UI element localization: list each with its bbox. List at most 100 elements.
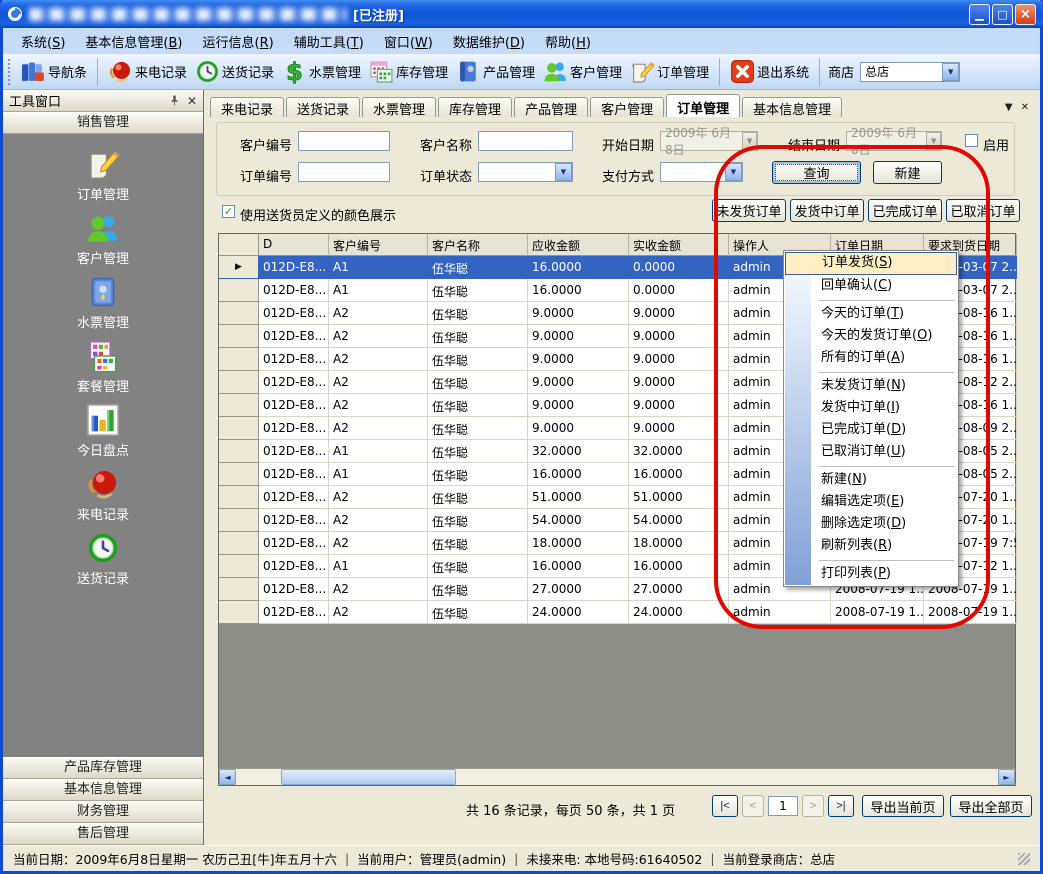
row-selector-cell[interactable] [219,348,259,371]
scroll-left-icon[interactable]: ◄ [219,769,236,785]
order-status-filter-button[interactable]: 已取消订单 [946,199,1020,222]
chevron-down-icon[interactable]: ▼ [942,63,959,81]
query-button[interactable]: 查询 [772,161,861,184]
tab[interactable]: 基本信息管理 [742,97,842,117]
close-icon[interactable]: ✕ [187,94,197,108]
end-date-picker[interactable]: 2009年 6月 8日 ▼ [846,131,942,151]
export-all-pages-button[interactable]: 导出全部页 [950,795,1032,817]
page-number-input[interactable] [768,796,798,816]
context-menu-item[interactable]: 所有的订单(A) [785,347,957,369]
context-menu-item[interactable]: 删除选定项(D) [785,513,957,535]
sidebar-group[interactable]: 基本信息管理 [3,779,203,801]
sidebar-group-sales[interactable]: 销售管理 [3,112,203,134]
toolbar-button[interactable]: 产品管理 [452,57,539,86]
row-selector-cell[interactable] [219,302,259,325]
sidebar-item[interactable]: 水票管理 [33,275,173,327]
pay-method-select[interactable]: ▼ [660,162,743,182]
horizontal-scrollbar[interactable]: ◄ ► [219,768,1015,785]
tab[interactable]: 产品管理 [514,97,588,117]
menu-item[interactable]: 系统(S) [11,28,75,55]
tab[interactable]: 送货记录 [286,97,360,117]
column-header-customer-name[interactable]: 客户名称 [428,234,528,256]
context-menu-item[interactable]: 今天的订单(T) [785,303,957,325]
tab-list-dropdown-icon[interactable]: ▼ [1005,102,1013,113]
row-selector-cell[interactable] [219,325,259,348]
sidebar-item[interactable]: 客户管理 [33,211,173,263]
toolbar-button[interactable]: 送货记录 [191,57,278,86]
context-menu-item[interactable]: 新建(N) [785,469,957,491]
column-header-received[interactable]: 实收金额 [629,234,729,256]
tab-close-icon[interactable]: ✕ [1021,102,1029,113]
context-menu-item[interactable]: 今天的发货订单(O) [785,325,957,347]
menu-item[interactable]: 基本信息管理(B) [75,28,192,55]
row-selector-cell[interactable]: ▶ [219,256,259,279]
row-selector-cell[interactable] [219,532,259,555]
context-menu-item[interactable]: 订单发货(S) [785,252,957,275]
sidebar-group[interactable]: 财务管理 [3,801,203,823]
context-menu-item[interactable]: 编辑选定项(E) [785,491,957,513]
row-selector-cell[interactable] [219,555,259,578]
row-selector-cell[interactable] [219,578,259,601]
column-header-id[interactable]: D [259,234,329,256]
context-menu-item[interactable]: 已取消订单(U) [785,441,957,463]
tab[interactable]: 订单管理 [666,94,740,117]
next-page-button[interactable]: > [802,795,824,817]
toolbar-button[interactable]: 库存管理 [365,57,452,86]
chevron-down-icon[interactable]: ▼ [555,163,572,181]
column-header-customer-no[interactable]: 客户编号 [329,234,428,256]
context-menu-item[interactable]: 打印列表(P) [785,563,957,585]
toolbar-button[interactable]: 订单管理 [626,57,713,86]
row-selector-cell[interactable] [219,279,259,302]
row-selector-cell[interactable] [219,601,259,624]
table-row[interactable]: 012D-E8...A2伍华聪24.000024.0000admin2008-0… [219,601,1015,624]
prev-page-button[interactable]: < [742,795,764,817]
toolbar-button[interactable]: 导航条 [17,57,91,86]
minimize-button[interactable]: ▁ [969,4,990,25]
toolbar-button[interactable]: 来电记录 [104,57,191,86]
enable-checkbox[interactable] [965,134,978,147]
sidebar-group[interactable]: 产品库存管理 [3,757,203,779]
menu-item[interactable]: 窗口(W) [374,28,443,55]
menu-item[interactable]: 运行信息(R) [193,28,284,55]
context-menu-item[interactable]: 已完成订单(D) [785,419,957,441]
order-status-select[interactable]: ▼ [478,162,573,182]
pin-icon[interactable] [168,94,181,107]
column-header-receivable[interactable]: 应收金额 [528,234,629,256]
order-no-input[interactable] [298,162,390,182]
context-menu-item[interactable]: 未发货订单(N) [785,375,957,397]
context-menu-item[interactable]: 刷新列表(R) [785,535,957,557]
context-menu-item[interactable]: 回单确认(C) [785,275,957,297]
toolbar-button[interactable]: 退出系统 [726,57,813,86]
row-selector-cell[interactable] [219,486,259,509]
toolbar-button[interactable]: 客户管理 [539,57,626,86]
sidebar-item[interactable]: 来电记录 [33,467,173,519]
new-button[interactable]: 新建 [873,161,942,184]
close-button[interactable]: × [1015,4,1036,25]
restore-button[interactable]: □ [992,4,1013,25]
sidebar-item[interactable]: 送货记录 [33,531,173,583]
menu-item[interactable]: 数据维护(D) [443,28,535,55]
menu-item[interactable]: 帮助(H) [535,28,601,55]
export-current-page-button[interactable]: 导出当前页 [862,795,944,817]
last-page-button[interactable]: >| [828,795,854,817]
row-selector-cell[interactable] [219,417,259,440]
row-selector-cell[interactable] [219,463,259,486]
tab[interactable]: 客户管理 [590,97,664,117]
start-date-picker[interactable]: 2009年 6月 8日 ▼ [660,131,758,151]
tab[interactable]: 来电记录 [210,97,284,117]
sidebar-item[interactable]: 今日盘点 [33,403,173,455]
first-page-button[interactable]: |< [712,795,738,817]
color-display-checkbox[interactable]: ✓ [222,205,235,218]
tab[interactable]: 库存管理 [438,97,512,117]
customer-no-input[interactable] [298,131,390,151]
context-menu-item[interactable]: 发货中订单(I) [785,397,957,419]
row-selector-cell[interactable] [219,371,259,394]
sidebar-group[interactable]: 售后管理 [3,823,203,845]
toolbar-button[interactable]: $水票管理 [278,57,365,86]
scrollbar-thumb[interactable] [281,769,456,785]
order-status-filter-button[interactable]: 已完成订单 [868,199,942,222]
sidebar-item[interactable]: 订单管理 [33,147,173,199]
chevron-down-icon[interactable]: ▼ [725,163,742,181]
row-selector-cell[interactable] [219,440,259,463]
shop-select[interactable]: 总店 ▼ [860,62,960,82]
